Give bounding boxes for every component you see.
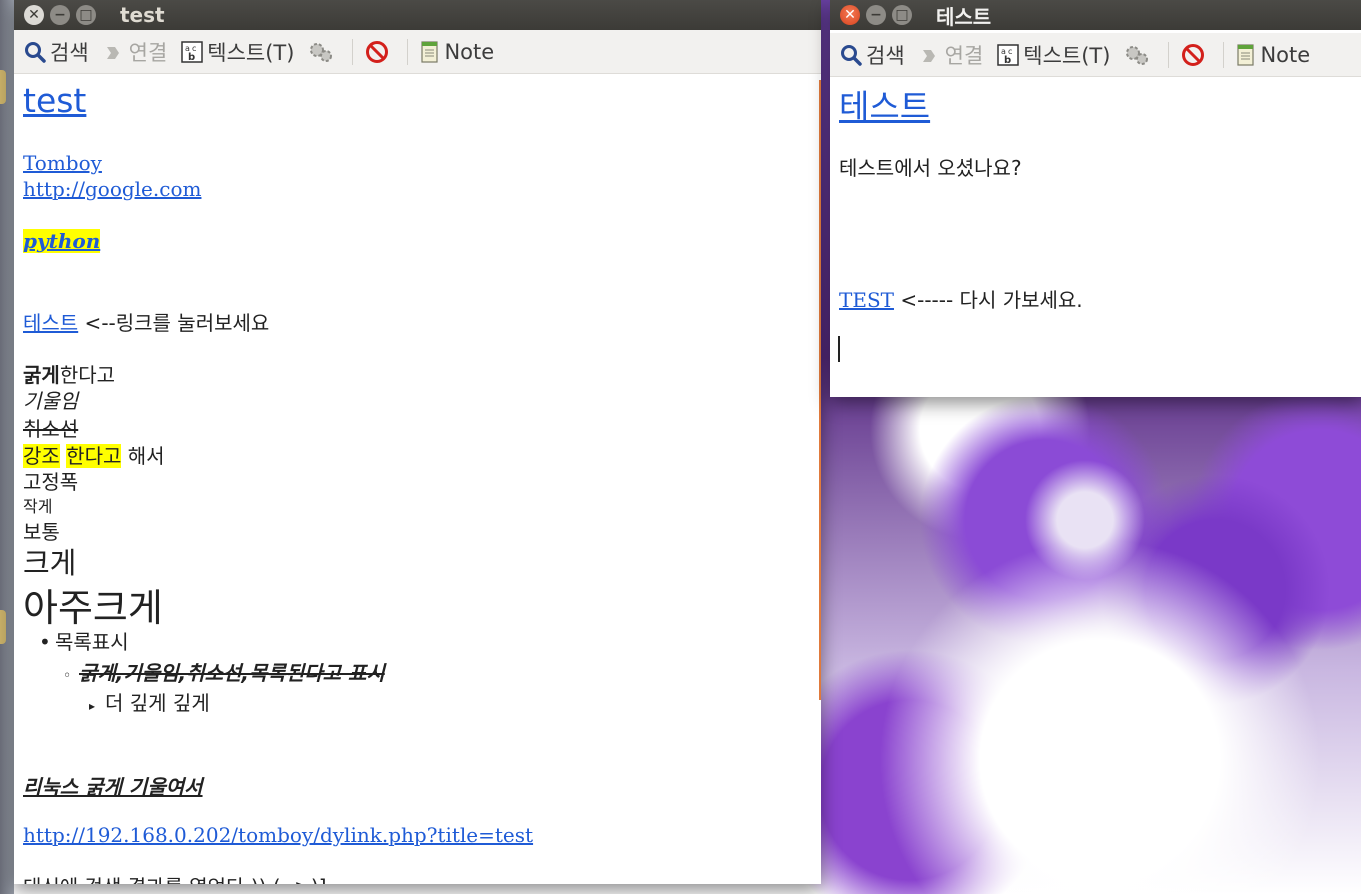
note-title: test <box>23 81 87 120</box>
note-title: 테스트 <box>839 87 931 126</box>
gear-icon <box>1124 44 1150 66</box>
window-titlebar[interactable]: ✕ − □ test <box>14 0 821 30</box>
back-hint-text: <----- 다시 가보세요. <box>893 288 1083 312</box>
styled-text: 리눅스 굵게 기울여서 <box>23 775 203 799</box>
window-title: 테스트 <box>936 4 992 29</box>
bullet-icon: • <box>39 630 51 654</box>
window-titlebar[interactable]: ✕ − □ 테스트 <box>830 0 1361 30</box>
svg-text:b: b <box>1004 55 1011 66</box>
toolbar-separator <box>1168 41 1170 68</box>
search-icon <box>840 44 862 66</box>
delete-button[interactable] <box>1181 43 1209 67</box>
maximize-button[interactable]: □ <box>892 5 912 25</box>
search-button[interactable]: 검색 <box>24 37 89 67</box>
search-button[interactable]: 검색 <box>840 40 905 70</box>
close-icon: ✕ <box>844 7 856 23</box>
minimize-icon: − <box>54 7 66 23</box>
cutoff-text: 대신에 검색 결과를 열었다 )) ( ->)] <box>23 875 327 884</box>
close-button[interactable]: ✕ <box>24 5 44 25</box>
link-button[interactable]: 연결 <box>103 37 167 67</box>
italic-text: 기울임 <box>23 389 79 413</box>
launcher-indicator <box>0 70 6 104</box>
sync-button[interactable] <box>1124 44 1154 66</box>
sync-button[interactable] <box>308 41 338 63</box>
toolbar-separator <box>352 38 354 65</box>
minimize-button[interactable]: − <box>866 5 886 25</box>
list-item-level1: 목록표시 <box>55 630 129 654</box>
list-item-level2: 굵게,기울임,취소선,목록된다고 표시 <box>79 661 385 685</box>
window-edge-accent <box>819 80 821 700</box>
highlight-text-1: 강조 <box>23 444 60 468</box>
close-button[interactable]: ✕ <box>840 5 860 25</box>
minimize-icon: − <box>870 7 882 23</box>
huge-text: 아주크게 <box>23 586 163 630</box>
toolbar-separator <box>1223 41 1225 68</box>
note-menu-button[interactable]: Note <box>1236 43 1310 67</box>
large-text: 크게 <box>23 546 77 580</box>
close-icon: ✕ <box>28 7 40 23</box>
tomboy-link[interactable]: Tomboy <box>23 151 102 175</box>
note-window-test: ✕ − □ test 검색 연결 acb 텍스트(T) Note test To… <box>14 0 821 884</box>
text-format-icon: acb <box>997 43 1020 66</box>
text-cursor <box>838 336 840 362</box>
search-icon <box>24 41 46 63</box>
minimize-button[interactable]: − <box>50 5 70 25</box>
maximize-button[interactable]: □ <box>76 5 96 25</box>
small-text: 작게 <box>23 497 53 516</box>
delete-icon <box>365 40 389 64</box>
link-icon <box>103 41 125 63</box>
delete-icon <box>1181 43 1205 67</box>
monospace-text: 고정폭 <box>23 470 79 494</box>
maximize-icon: □ <box>895 7 909 23</box>
toolbar-separator <box>407 38 409 65</box>
test-link[interactable]: TEST <box>839 288 894 312</box>
svg-text:b: b <box>188 52 195 63</box>
python-link[interactable]: python <box>23 229 101 253</box>
click-hint-text: <--링크를 눌러보세요 <box>78 311 270 335</box>
text-menu-button[interactable]: acb 텍스트(T) <box>997 40 1110 70</box>
highlight-rest-text: 해서 <box>121 444 165 468</box>
highlight-text-2: 한다고 <box>66 444 122 468</box>
korean-test-link[interactable]: 테스트 <box>23 311 78 335</box>
launcher-strip <box>0 0 14 894</box>
window-title: test <box>120 3 165 27</box>
note-icon <box>420 40 440 63</box>
bullet-icon: ▸ <box>89 699 96 713</box>
bullet-icon: ◦ <box>63 668 72 684</box>
note-menu-button[interactable]: Note <box>420 40 494 64</box>
strikethrough-text: 취소선 <box>23 417 79 441</box>
maximize-icon: □ <box>79 7 93 23</box>
dylink-link[interactable]: http://192.168.0.202/tomboy/dylink.php?t… <box>23 823 533 847</box>
link-icon <box>919 44 941 66</box>
question-text: 테스트에서 오셨나요? <box>839 156 1022 180</box>
gear-icon <box>308 41 334 63</box>
note-window-korean-test: ✕ − □ 테스트 검색 연결 acb 텍스트(T) Note 테스트 테스트에… <box>830 0 1361 397</box>
link-button[interactable]: 연결 <box>919 40 983 70</box>
list-item-level3: 더 깊게 깊게 <box>105 691 210 715</box>
note-icon <box>1236 43 1256 66</box>
note-toolbar: 검색 연결 acb 텍스트(T) Note <box>14 30 821 74</box>
note-editor[interactable]: 테스트 테스트에서 오셨나요? TEST <----- 다시 가보세요. <box>830 78 1361 397</box>
note-editor[interactable]: test Tomboy http://google.com python 테스트… <box>14 75 821 884</box>
google-link[interactable]: http://google.com <box>23 177 201 201</box>
note-toolbar: 검색 연결 acb 텍스트(T) Note <box>830 33 1361 77</box>
launcher-indicator <box>0 610 6 644</box>
text-format-icon: acb <box>181 40 204 63</box>
delete-button[interactable] <box>365 40 393 64</box>
bold-rest-text: 한다고 <box>59 363 116 387</box>
bold-text: 굵게 <box>23 363 60 387</box>
text-menu-button[interactable]: acb 텍스트(T) <box>181 37 294 67</box>
